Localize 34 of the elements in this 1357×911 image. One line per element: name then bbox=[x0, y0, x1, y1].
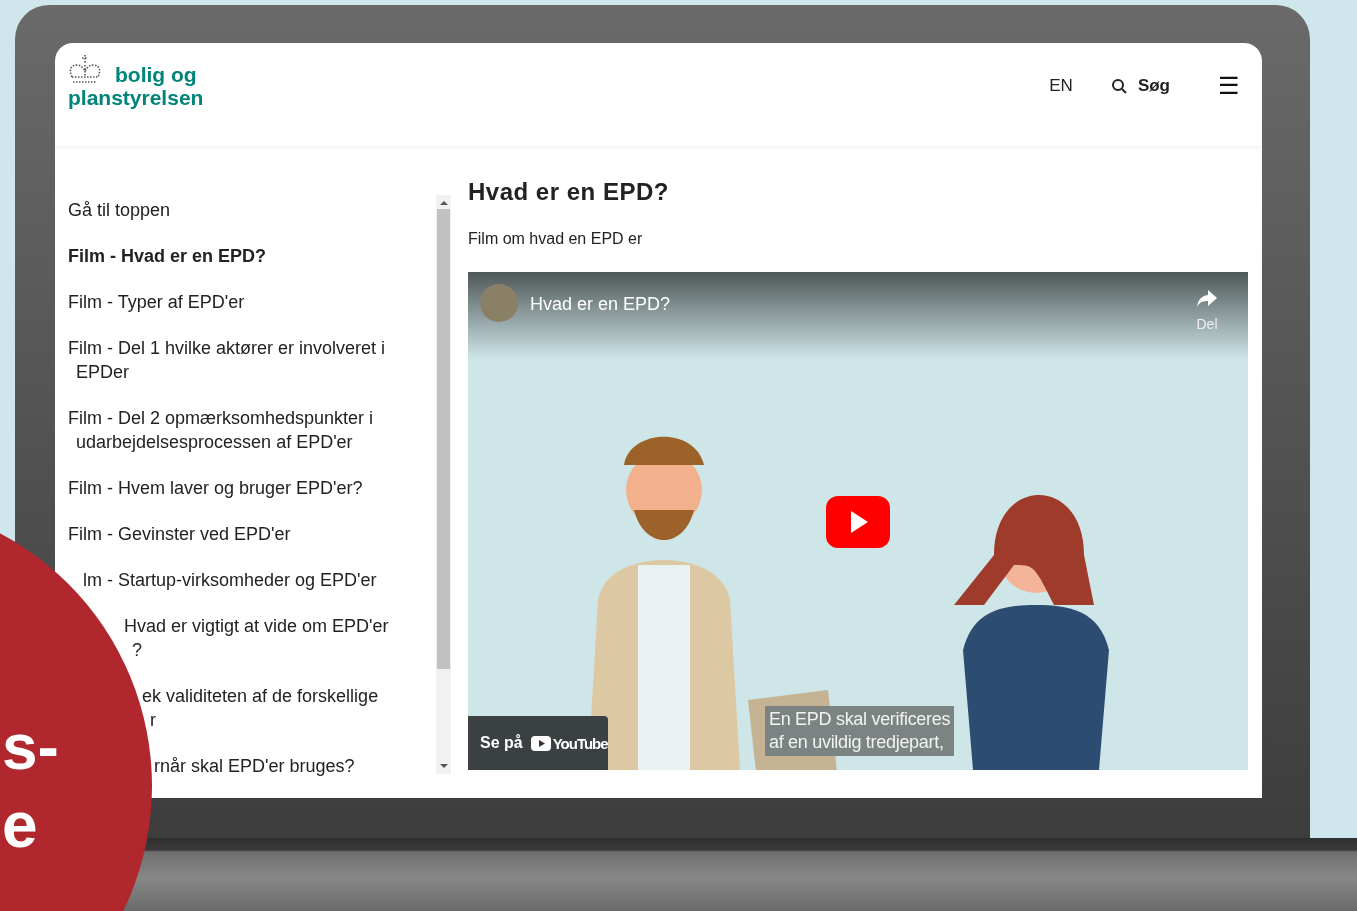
promo-text: s- bbox=[2, 712, 59, 782]
play-logo-icon bbox=[530, 735, 551, 751]
sidebar-link[interactable]: lm - Startup-virksomheder og EPD'er bbox=[83, 568, 377, 592]
watch-on-youtube-button[interactable]: Se på YouTube bbox=[468, 716, 608, 770]
sidebar-link[interactable]: ek validiteten af de forskellige r bbox=[142, 684, 379, 732]
video-player[interactable]: Hvad er en EPD? Del Se på YouTube En EPD skal verificeres af en uvildig tredjepart, bbox=[468, 272, 1248, 770]
logo-text[interactable]: planstyrelsen bbox=[68, 86, 204, 109]
sidebar-link[interactable]: Film - Gevinster ved EPD'er bbox=[68, 522, 291, 546]
scrollbar[interactable] bbox=[436, 195, 451, 774]
search-button[interactable]: Søg bbox=[1110, 76, 1170, 96]
scrollbar-thumb[interactable] bbox=[437, 209, 450, 669]
promo-text: e bbox=[2, 790, 38, 860]
language-link[interactable]: EN bbox=[1049, 76, 1073, 96]
channel-avatar[interactable] bbox=[480, 284, 518, 322]
video-caption: En EPD skal verificeres af en uvildig tredjepart, bbox=[765, 706, 955, 756]
search-icon bbox=[1110, 78, 1127, 94]
sidebar-link[interactable]: Film - Del 1 hvilke aktører er involveret i EPDer bbox=[68, 336, 386, 384]
scroll-down-icon[interactable] bbox=[439, 764, 448, 768]
sidebar-link[interactable]: Gå til toppen bbox=[68, 198, 171, 222]
page-heading: Hvad er en EPD? bbox=[468, 178, 670, 206]
crown-icon bbox=[68, 53, 102, 85]
logo-text[interactable]: bolig og bbox=[68, 63, 204, 86]
sidebar-link[interactable]: Film - Del 2 opmærksomhedspunkter i udarbejdelsesprocessen af EPD'er bbox=[68, 406, 374, 454]
sidebar-link[interactable]: Film - Hvad er en EPD? bbox=[68, 244, 267, 268]
scroll-up-icon[interactable] bbox=[439, 201, 448, 205]
sidebar-link[interactable]: Film - Hvem laver og bruger EPD'er? bbox=[68, 476, 363, 500]
play-button[interactable] bbox=[826, 496, 890, 548]
sidebar-link[interactable]: Hvad er vigtigt at vide om EPD'er ? bbox=[124, 614, 389, 662]
sidebar-link[interactable]: Film - Typer af EPD'er bbox=[68, 290, 245, 314]
page-subtitle: Film om hvad en EPD er bbox=[468, 230, 644, 248]
share-icon bbox=[1196, 288, 1218, 308]
video-title[interactable]: Hvad er en EPD? bbox=[530, 294, 1196, 315]
sidebar-link[interactable]: rnår skal EPD'er bruges? bbox=[154, 754, 355, 778]
menu-button[interactable]: ☰ bbox=[1218, 72, 1240, 100]
